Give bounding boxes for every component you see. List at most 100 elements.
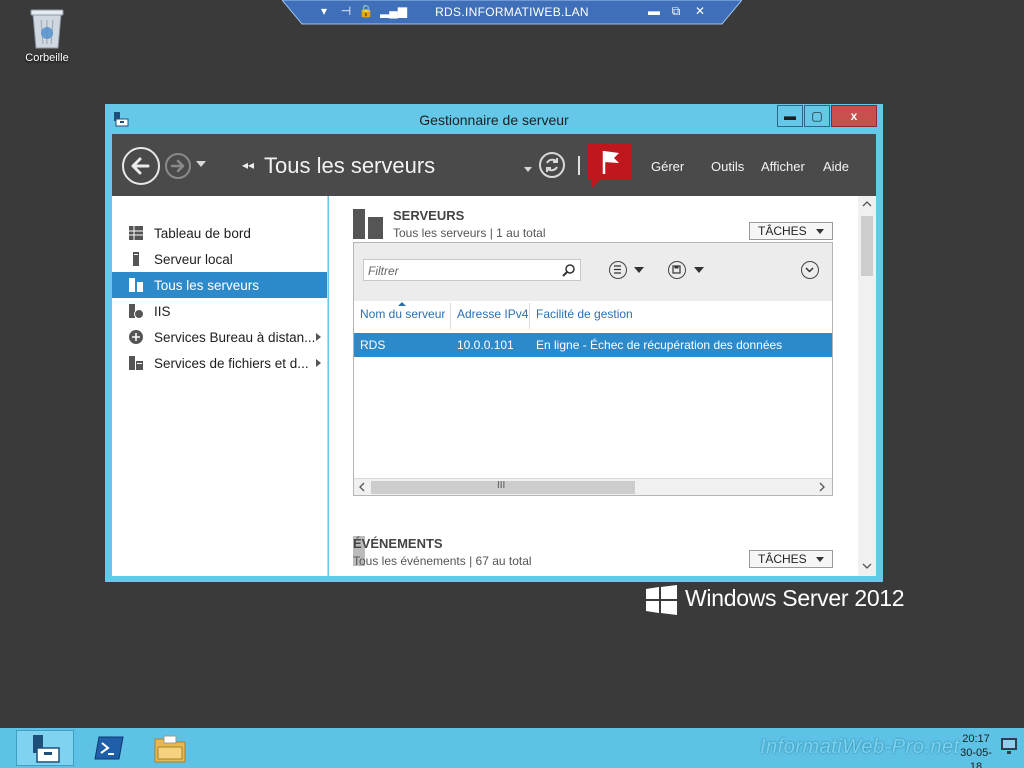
chevron-right-icon[interactable] xyxy=(316,359,321,367)
minimize-button[interactable]: ▬ xyxy=(777,105,803,127)
nav-item-iis[interactable]: IIS xyxy=(112,298,327,324)
save-query-dropdown-icon[interactable] xyxy=(694,267,704,273)
menu-help[interactable]: Aide xyxy=(823,159,849,174)
window-titlebar[interactable]: Gestionnaire de serveur ▬ ▢ x xyxy=(105,104,883,134)
list-options-dropdown-icon[interactable] xyxy=(634,267,644,273)
taskbar-powershell-button[interactable] xyxy=(80,730,138,766)
menu-tools[interactable]: Outils xyxy=(711,159,744,174)
events-section-title: ÉVÉNEMENTS xyxy=(353,536,443,551)
column-header-server-name[interactable]: Nom du serveur xyxy=(360,307,445,321)
chevron-down-icon xyxy=(816,229,824,234)
rdp-close-icon[interactable]: ✕ xyxy=(692,3,708,19)
close-icon: x xyxy=(850,109,858,123)
chevron-down-icon xyxy=(805,267,814,273)
nav-item-label: Services de fichiers et d... xyxy=(154,355,309,371)
nav-item-label: Serveur local xyxy=(154,251,233,267)
vertical-scroll-thumb[interactable] xyxy=(861,216,873,276)
save-query-button[interactable] xyxy=(668,261,686,279)
horizontal-scroll-thumb[interactable]: III xyxy=(371,480,635,494)
file-services-icon xyxy=(129,356,143,370)
servers-grid: Filtrer Nom du serveur Adresse IPv4 Faci… xyxy=(353,242,833,496)
toolbar: ◂◂ Tous les serveurs Gérer Outils Affich… xyxy=(112,134,876,196)
windows-server-branding: Windows Server 2012 xyxy=(646,583,908,617)
nav-item-dashboard[interactable]: Tableau de bord xyxy=(112,220,327,246)
notifications-flag-button[interactable] xyxy=(586,142,634,190)
column-divider[interactable] xyxy=(450,303,451,329)
clock-date: 30-05-18 xyxy=(960,747,992,768)
scroll-left-icon[interactable] xyxy=(358,482,366,492)
nav-item-label: Services Bureau à distan... xyxy=(154,329,316,345)
scroll-right-icon[interactable] xyxy=(818,482,826,492)
server-manager-icon xyxy=(33,735,60,763)
clock[interactable]: 20:17 30-05-18 xyxy=(958,732,994,768)
tasks-label: TÂCHES xyxy=(758,224,807,238)
horizontal-scrollbar[interactable]: III xyxy=(354,478,832,495)
back-button[interactable] xyxy=(122,147,160,185)
rdp-connection-bar: ▾ ⊣ 🔒 ▂▄▆ RDS.INFORMATIWEB.LAN ▬ ⧉ ✕ xyxy=(282,0,742,25)
nav-item-all-servers[interactable]: Tous les serveurs xyxy=(112,272,327,298)
rdp-restore-icon[interactable]: ⧉ xyxy=(668,3,684,19)
column-header-manageability[interactable]: Facilité de gestion xyxy=(536,307,633,321)
minimize-icon: ▬ xyxy=(784,109,796,123)
nav-item-local-server[interactable]: Serveur local xyxy=(112,246,327,272)
watermark: InformatiWeb-Pro.net xyxy=(760,736,960,758)
breadcrumb-arrows-icon[interactable]: ◂◂ xyxy=(242,158,254,172)
filter-input[interactable]: Filtrer xyxy=(363,259,581,281)
cell-server-name: RDS xyxy=(360,338,386,352)
vertical-scrollbar[interactable] xyxy=(858,196,876,576)
search-icon[interactable] xyxy=(562,263,576,277)
table-row[interactable]: RDS 10.0.0.101 En ligne - Échec de récup… xyxy=(354,333,832,357)
cell-manageability: En ligne - Échec de récupération des don… xyxy=(536,338,783,352)
maximize-button[interactable]: ▢ xyxy=(804,105,830,127)
powershell-icon xyxy=(94,736,124,760)
windows-server-brand-text: Windows Server 2012 xyxy=(685,585,905,611)
expand-filter-button[interactable] xyxy=(801,261,819,279)
clock-time: 20:17 xyxy=(962,733,990,745)
menu-view[interactable]: Afficher xyxy=(761,159,805,174)
sort-ascending-icon xyxy=(398,302,406,306)
windows-logo-icon xyxy=(646,585,677,615)
recycle-bin-label: Corbeille xyxy=(25,52,69,64)
scroll-up-icon[interactable] xyxy=(862,200,872,208)
chevron-down-icon xyxy=(816,557,824,562)
servers-section-title: SERVEURS xyxy=(393,208,465,223)
iis-icon xyxy=(129,304,144,319)
servers-section-subtitle: Tous les serveurs | 1 au total xyxy=(393,226,546,240)
close-button[interactable]: x xyxy=(831,105,877,127)
nav-item-file-services[interactable]: Services de fichiers et d... xyxy=(112,350,327,376)
recycle-bin-icon xyxy=(30,9,64,49)
list-options-button[interactable] xyxy=(609,261,627,279)
remote-desktop-icon xyxy=(129,330,143,344)
network-tray-icon[interactable] xyxy=(1000,736,1020,758)
scroll-grip: III xyxy=(497,480,506,491)
forward-button[interactable] xyxy=(165,153,191,179)
breadcrumb-dropdown-icon[interactable] xyxy=(524,167,532,172)
dashboard-icon xyxy=(129,226,143,240)
all-servers-icon xyxy=(129,278,143,292)
nav-item-label: Tableau de bord xyxy=(154,225,251,241)
refresh-button[interactable] xyxy=(539,152,565,178)
main-content: SERVEURS Tous les serveurs | 1 au total … xyxy=(329,196,876,576)
taskbar-server-manager-button[interactable] xyxy=(16,730,74,766)
events-tasks-button[interactable]: TÂCHES xyxy=(749,550,833,568)
recycle-bin-shortcut[interactable]: Corbeille xyxy=(16,6,78,64)
navigation-pane: Tableau de bord Serveur local Tous les s… xyxy=(112,196,328,576)
nav-item-remote-desktop-services[interactable]: Services Bureau à distan... xyxy=(112,324,327,350)
chevron-right-icon[interactable] xyxy=(316,333,321,341)
arrow-right-icon xyxy=(170,159,185,173)
tasks-label: TÂCHES xyxy=(758,552,807,566)
list-icon xyxy=(614,265,621,274)
arrow-left-icon xyxy=(131,157,150,175)
column-divider[interactable] xyxy=(529,303,530,329)
maximize-icon: ▢ xyxy=(811,109,823,123)
history-dropdown-icon[interactable] xyxy=(196,161,206,167)
events-section-subtitle: Tous les événements | 67 au total xyxy=(353,554,532,568)
column-header-ipv4[interactable]: Adresse IPv4 xyxy=(457,307,528,321)
rdp-minimize-icon[interactable]: ▬ xyxy=(646,3,662,19)
nav-item-label: IIS xyxy=(154,303,171,319)
toolbar-separator xyxy=(578,156,580,175)
servers-tasks-button[interactable]: TÂCHES xyxy=(749,222,833,240)
menu-manage[interactable]: Gérer xyxy=(651,159,684,174)
taskbar-file-explorer-button[interactable] xyxy=(140,730,198,766)
scroll-down-icon[interactable] xyxy=(862,562,872,570)
